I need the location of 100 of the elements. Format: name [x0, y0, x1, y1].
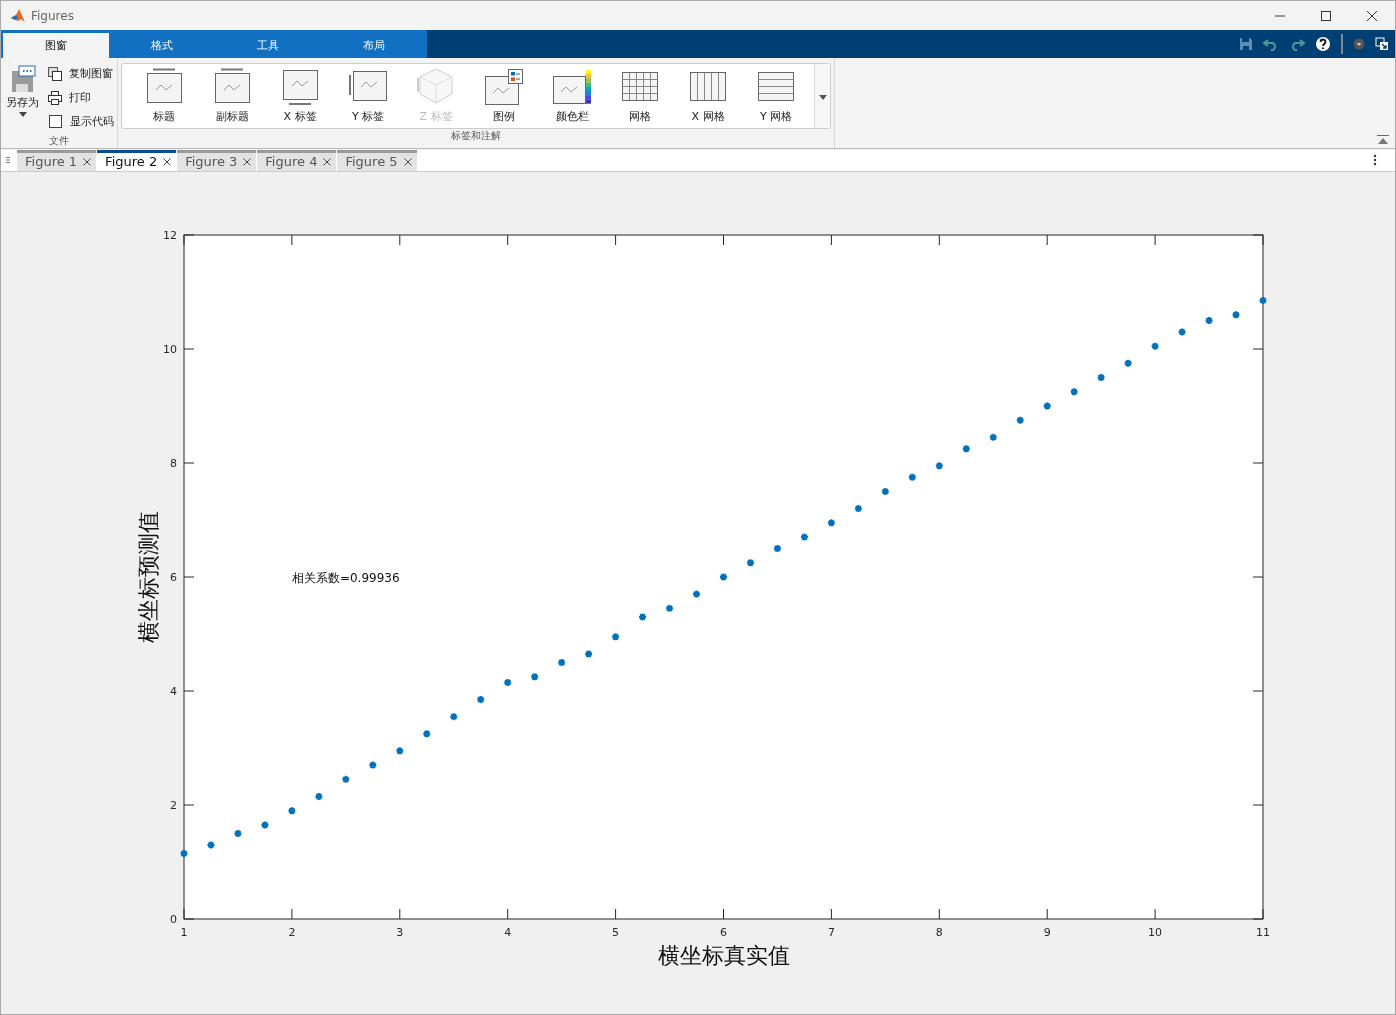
figure-tab[interactable]: Figure 2	[97, 150, 177, 171]
print-button[interactable]: 打印	[47, 87, 114, 108]
copy-icon	[47, 65, 63, 82]
caret-icon	[818, 95, 827, 101]
undo-icon[interactable]	[1263, 36, 1279, 51]
close-icon[interactable]	[243, 158, 252, 166]
gallery-button[interactable]: X 网格	[674, 63, 742, 128]
y-tick-label: 2	[170, 799, 177, 812]
gallery-button[interactable]: Y 网格	[742, 63, 810, 128]
data-point	[1123, 358, 1133, 368]
y-axis-label: 横坐标预测值	[136, 511, 161, 643]
data-point	[799, 532, 809, 542]
figure-tab[interactable]: Figure 3	[177, 150, 257, 171]
data-point	[638, 612, 648, 622]
close-icon[interactable]	[1366, 9, 1378, 22]
data-point	[179, 848, 189, 858]
data-point	[772, 544, 782, 553]
caret-icon	[18, 111, 27, 117]
data-point	[1069, 387, 1079, 397]
redo-icon[interactable]	[1289, 36, 1305, 51]
data-point	[233, 829, 243, 838]
data-point	[853, 504, 863, 514]
maximize-icon[interactable]	[1320, 9, 1332, 22]
dropdown-icon[interactable]	[1353, 37, 1365, 50]
title-chart-icon	[144, 67, 184, 106]
data-point	[1204, 316, 1214, 325]
y-tick-label: 10	[163, 343, 177, 356]
data-point	[368, 760, 378, 770]
annotation-text: 相关系数=0.99936	[291, 571, 400, 585]
x-tick-label: 3	[396, 926, 404, 939]
data-point	[988, 432, 998, 442]
app-logo-icon	[10, 7, 26, 24]
save-as-button[interactable]: 另存为	[4, 62, 41, 134]
ribbon-tab[interactable]: 图窗	[3, 33, 109, 58]
figure-tab[interactable]: Figure 5	[337, 150, 417, 171]
data-point	[557, 658, 567, 667]
close-icon[interactable]	[163, 158, 172, 166]
close-icon[interactable]	[403, 158, 412, 166]
gallery-button[interactable]: 颜色栏	[538, 63, 606, 128]
data-point	[1231, 310, 1241, 320]
x-tick-label: 5	[612, 926, 620, 939]
data-point	[1042, 401, 1052, 411]
data-point	[584, 649, 594, 659]
data-point	[287, 806, 297, 816]
cube-icon	[416, 67, 456, 106]
data-point	[692, 589, 702, 599]
data-point	[961, 444, 971, 454]
printer-icon	[47, 89, 63, 106]
data-point	[1015, 415, 1025, 425]
figure-tab[interactable]: Figure 1	[17, 150, 97, 171]
gallery-button[interactable]: Y 标签	[334, 63, 402, 128]
x-tick-label: 11	[1256, 926, 1270, 939]
section-label: 文件	[48, 133, 70, 148]
floppy-disk-icon	[9, 64, 36, 93]
data-point	[422, 729, 432, 739]
data-point	[934, 461, 944, 471]
collapse-ribbon-icon[interactable]	[1377, 134, 1389, 145]
data-point	[826, 518, 836, 528]
gallery-button[interactable]: 图例	[470, 63, 538, 128]
close-icon[interactable]	[323, 158, 332, 166]
data-point	[530, 672, 540, 682]
gallery-button[interactable]: X 标签	[266, 63, 334, 128]
data-point	[1177, 327, 1187, 337]
x-tick-label: 2	[288, 926, 296, 939]
copy-figure-button[interactable]: 复制图窗	[47, 63, 114, 84]
y-tick-label: 0	[170, 913, 177, 926]
data-point	[476, 695, 486, 705]
data-point	[1258, 296, 1268, 306]
data-point	[1150, 341, 1160, 351]
y-tick-label: 6	[170, 571, 177, 584]
x-tick-label: 6	[720, 926, 727, 939]
save-icon[interactable]	[1239, 36, 1253, 51]
data-point	[314, 791, 324, 801]
gallery-button[interactable]: 标题	[130, 63, 198, 128]
x-label-chart-icon	[280, 67, 320, 106]
x-tick-label: 9	[1043, 926, 1051, 939]
subtitle-chart-icon	[212, 67, 252, 106]
y-tick-label: 4	[170, 685, 177, 698]
undock-icon[interactable]	[1375, 36, 1389, 51]
data-point	[206, 840, 216, 850]
x-tick-label: 10	[1148, 926, 1163, 939]
x-tick-label: 8	[935, 926, 943, 939]
gallery-button[interactable]: 副标题	[198, 63, 266, 128]
x-tick-label: 1	[180, 926, 188, 939]
y-tick-label: 8	[170, 457, 177, 470]
drag-handle-icon[interactable]	[6, 156, 10, 165]
section-label: 标签和注解	[450, 128, 502, 143]
data-point	[260, 820, 270, 830]
close-icon[interactable]	[83, 158, 92, 166]
data-point	[746, 558, 755, 568]
show-code-checkbox[interactable]: 显示代码	[47, 111, 114, 132]
more-options-icon[interactable]	[1373, 154, 1377, 167]
figure-tab[interactable]: Figure 4	[257, 150, 337, 171]
help-icon[interactable]	[1315, 35, 1331, 52]
window-title: Figures	[31, 8, 74, 23]
x-tick-label: 4	[504, 926, 512, 939]
data-point	[611, 632, 621, 642]
gallery-button[interactable]: 网格	[606, 63, 674, 128]
y-tick-label: 12	[163, 229, 177, 242]
data-point	[503, 677, 513, 687]
